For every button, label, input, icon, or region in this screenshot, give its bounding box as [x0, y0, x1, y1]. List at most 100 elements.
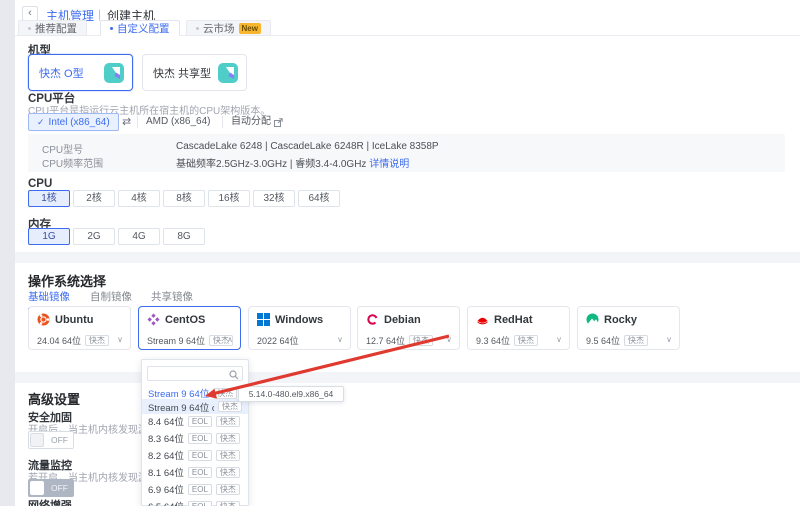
eol-tag: EOL [188, 450, 212, 461]
kuaijie-tag: 快杰 [409, 335, 433, 346]
cpu-core-option-1[interactable]: 1核 [28, 190, 70, 207]
section-gap [15, 252, 800, 263]
centos-icon [147, 313, 160, 326]
swap-icon[interactable]: ⇄ [122, 115, 131, 128]
os-version-option[interactable]: 8.3 64位 EOL 快杰 [142, 431, 248, 445]
os-version-option[interactable]: 6.5 64位 EOL 快杰 [142, 499, 248, 506]
cpu-core-option-8[interactable]: 8核 [163, 190, 205, 207]
details-link[interactable]: 详情说明 [369, 159, 409, 170]
cpu-frequency-text: 基础频率2.5GHz-3.0GHz | 睿频3.4-4.0GHz [176, 159, 366, 170]
kuaijie-tag: 快杰 [216, 450, 240, 461]
os-card-redhat[interactable]: RedHat 9.3 64位 快杰 ∨ [467, 306, 570, 350]
cpu-core-option-64[interactable]: 64核 [298, 190, 340, 207]
divider [222, 116, 223, 128]
cpu-model-label: CPU型号 [42, 141, 83, 156]
memory-option-1g[interactable]: 1G [28, 228, 70, 245]
section-gap [15, 372, 800, 383]
os-card-rocky[interactable]: Rocky 9.5 64位 快杰 ∨ [577, 306, 680, 350]
kuaijie-tag: 快杰 [216, 433, 240, 444]
windows-icon [257, 313, 270, 326]
debian-icon [366, 313, 379, 326]
security-hardening-toggle[interactable]: OFF [28, 431, 74, 449]
cpu-platform-intel-button[interactable]: ✓ Intel (x86_64) [28, 113, 119, 131]
os-section-title: 操作系统选择 [28, 271, 106, 290]
os-version-option[interactable]: 8.2 64位 EOL 快杰 [142, 448, 248, 462]
kernel-version-tooltip: 5.14.0-480.el9.x86_64 [238, 386, 344, 402]
toggle-state-label: OFF [51, 435, 68, 445]
cpu-platform-amd-button[interactable]: AMD (x86_64) [146, 113, 210, 131]
chevron-down-icon[interactable]: ∨ [337, 335, 343, 344]
machine-type-card-kuaijie-o[interactable]: 快杰 O型 [28, 54, 133, 91]
memory-option-8g[interactable]: 8G [163, 228, 205, 245]
os-version-option[interactable]: 8.1 64位 EOL 快杰 [142, 465, 248, 479]
os-name: CentOS [165, 314, 205, 326]
search-input[interactable] [151, 368, 227, 379]
os-version: 2022 64位 [257, 334, 299, 347]
tab-label: 云市场 [203, 21, 235, 36]
os-card-centos[interactable]: CentOS Stream 9 64位 快杰 ∧ [138, 306, 241, 350]
os-version-option[interactable]: 8.4 64位 EOL 快杰 [142, 414, 248, 428]
eol-tag: EOL [188, 484, 212, 495]
os-version: 9.3 64位 [476, 334, 510, 347]
left-gutter [0, 0, 15, 506]
breadcrumb-separator: | [98, 7, 101, 21]
tab-label: 推荐配置 [35, 21, 77, 36]
chevron-down-icon[interactable]: ∨ [556, 335, 562, 344]
kuaijie-tag: 快杰 [216, 484, 240, 495]
check-icon: ✓ [37, 117, 45, 128]
chevron-down-icon[interactable]: ∨ [117, 335, 123, 344]
auto-assign-button[interactable]: 自动分配 [231, 113, 283, 131]
search-icon [229, 370, 239, 380]
version-label: 8.2 64位 [148, 448, 184, 462]
back-button[interactable]: ‹ [22, 6, 38, 21]
os-version: 24.04 64位 [37, 334, 81, 347]
cpu-frequency-label: CPU频率范围 [42, 155, 103, 170]
version-label: 8.4 64位 [148, 414, 184, 428]
kuaijie-tag: 快杰 [216, 501, 240, 506]
os-version-option[interactable]: Stream 9 64位 快杰 [142, 386, 248, 400]
os-version-option-cloudinit[interactable]: Stream 9 64位 cloudinit 快杰 [142, 399, 248, 414]
toggle-knob [30, 433, 44, 447]
redhat-icon [476, 313, 489, 326]
tab-cloud-market[interactable]: 云市场 New [186, 20, 271, 36]
ubuntu-icon [37, 313, 50, 326]
chevron-up-icon[interactable]: ∧ [227, 335, 233, 344]
chevron-down-icon[interactable]: ∨ [446, 335, 452, 344]
divider [137, 116, 138, 128]
tab-dot-icon [110, 27, 113, 30]
os-version: 9.5 64位 [586, 334, 620, 347]
dropdown-search[interactable] [147, 366, 243, 381]
version-label: 6.9 64位 [148, 482, 184, 496]
os-card-debian[interactable]: Debian 12.7 64位 快杰 ∨ [357, 306, 460, 350]
tab-label: 自定义配置 [117, 21, 170, 36]
kuaijie-logo-icon [104, 63, 124, 83]
os-name: Windows [275, 314, 323, 326]
toggle-knob [30, 481, 44, 495]
version-label: 6.5 64位 [148, 499, 184, 506]
memory-option-4g[interactable]: 4G [118, 228, 160, 245]
cpu-frequency-value: 基础频率2.5GHz-3.0GHz | 睿频3.4-4.0GHz 详情说明 [176, 155, 409, 170]
cpu-core-option-32[interactable]: 32核 [253, 190, 295, 207]
tab-recommended-config[interactable]: 推荐配置 [18, 20, 87, 36]
memory-option-2g[interactable]: 2G [73, 228, 115, 245]
cpu-core-option-4[interactable]: 4核 [118, 190, 160, 207]
machine-type-name: 快杰 O型 [39, 65, 84, 81]
cpu-cores-label: CPU [28, 178, 52, 190]
chevron-down-icon[interactable]: ∨ [666, 335, 672, 344]
machine-type-card-kuaijie-shared[interactable]: 快杰 共享型 [142, 54, 247, 91]
tab-custom-config[interactable]: 自定义配置 [100, 20, 180, 36]
os-card-windows[interactable]: Windows 2022 64位 ∨ [248, 306, 351, 350]
eol-tag: EOL [188, 467, 212, 478]
os-version-dropdown: Stream 9 64位 快杰 Stream 9 64位 cloudinit 快… [141, 359, 249, 506]
create-host-page: ‹ 主机管理 | 创建主机 推荐配置 自定义配置 云市场 New 机型 快杰 O… [0, 0, 800, 506]
kuaijie-tag: 快杰 [213, 388, 237, 399]
cpu-info-panel: CPU型号 CascadeLake 6248 | CascadeLake 624… [28, 134, 785, 172]
kuaijie-tag: 快杰 [514, 335, 538, 346]
cpu-core-option-2[interactable]: 2核 [73, 190, 115, 207]
cpu-model-value: CascadeLake 6248 | CascadeLake 6248R | I… [176, 141, 439, 152]
network-enhance-label: 网络增强 [28, 497, 72, 506]
traffic-monitor-toggle[interactable]: OFF [28, 479, 74, 497]
os-version-option[interactable]: 6.9 64位 EOL 快杰 [142, 482, 248, 496]
cpu-core-option-16[interactable]: 16核 [208, 190, 250, 207]
os-card-ubuntu[interactable]: Ubuntu 24.04 64位 快杰 ∨ [28, 306, 131, 350]
